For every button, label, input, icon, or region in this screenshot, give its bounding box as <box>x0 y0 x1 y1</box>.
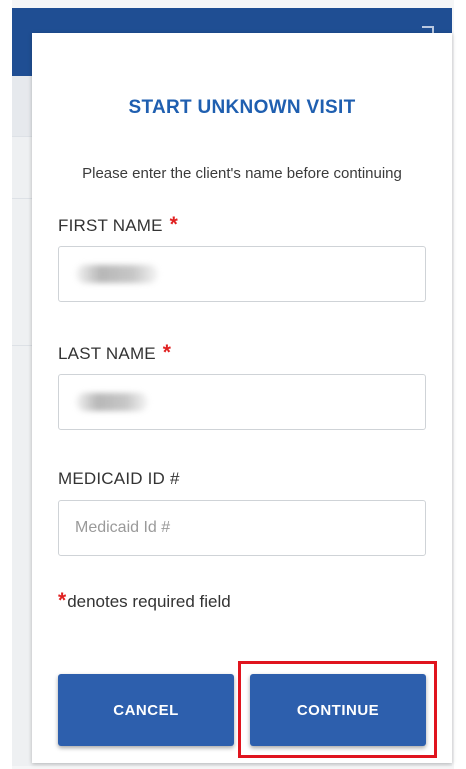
dialog-subtitle: Please enter the client's name before co… <box>82 165 402 182</box>
first-name-redacted-value <box>76 265 158 283</box>
medicaid-id-input[interactable] <box>58 500 426 556</box>
required-asterisk: * <box>169 213 178 236</box>
required-field-note: *denotes required field <box>58 589 231 613</box>
first-name-label-text: FIRST NAME <box>58 216 163 235</box>
required-asterisk: * <box>162 341 172 364</box>
first-name-label: FIRST NAME * <box>58 213 178 237</box>
medicaid-id-label-text: MEDICAID ID # <box>58 469 180 488</box>
required-note-text: denotes required field <box>67 592 231 611</box>
start-unknown-visit-dialog: START UNKNOWN VISIT Please enter the cli… <box>32 33 452 763</box>
last-name-label-text: LAST NAME <box>58 344 156 363</box>
continue-button[interactable]: CONTINUE <box>250 674 426 746</box>
cancel-button[interactable]: CANCEL <box>58 674 234 746</box>
dialog-title: START UNKNOWN VISIT <box>128 97 356 118</box>
required-asterisk: * <box>58 589 67 612</box>
last-name-label: LAST NAME * <box>58 341 171 365</box>
medicaid-id-label: MEDICAID ID # <box>58 469 180 489</box>
last-name-redacted-value <box>76 393 148 411</box>
